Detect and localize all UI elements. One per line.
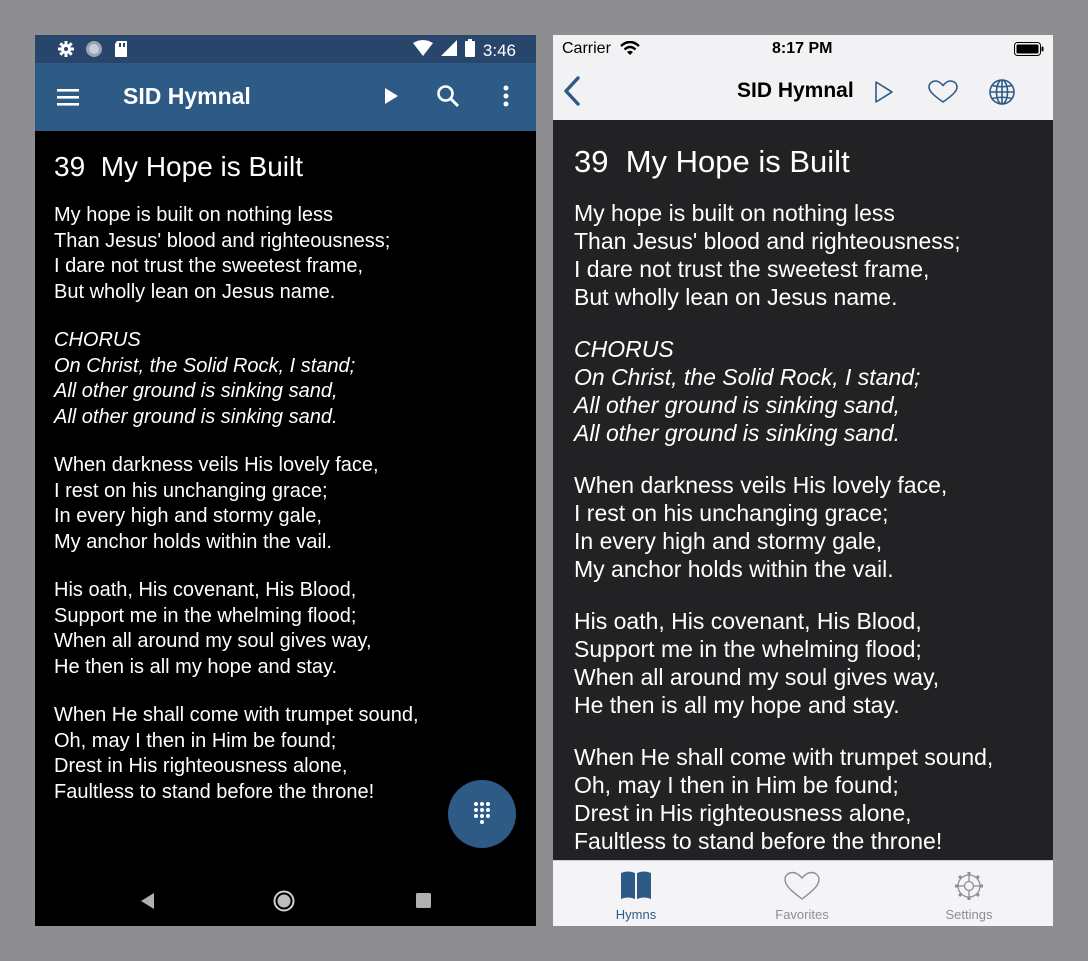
lyric-line: I rest on his unchanging grace; (574, 500, 889, 526)
lyric-line: Oh, may I then in Him be found; (574, 772, 899, 798)
stanza: When darkness veils His lovely face, I r… (574, 471, 1043, 583)
stanza: My hope is built on nothing less Than Je… (574, 199, 1043, 311)
lyric-line: His oath, His covenant, His Blood, (54, 579, 357, 601)
lyric-line: My anchor holds within the vail. (574, 556, 894, 582)
tab-label: Hymns (615, 907, 657, 922)
hymn-number: 39 (574, 144, 609, 179)
book-icon (620, 870, 652, 903)
hymn-number: 39 (54, 151, 86, 182)
status-time: 8:17 PM (772, 40, 833, 57)
lyric-line: I rest on his unchanging grace; (54, 479, 328, 502)
android-screen: 3:46 SID Hymnal 39 My Hope is Built My h… (35, 35, 536, 926)
chorus: CHORUS On Christ, the Solid Rock, I stan… (574, 335, 1043, 447)
play-icon[interactable] (873, 80, 895, 109)
hymn-heading: 39 My Hope is Built (54, 147, 526, 187)
ios-screen: Carrier 8:17 PM SID Hymnal 39 My Hope is… (553, 35, 1053, 926)
lyric-line: Than Jesus' blood and righteousness; (574, 228, 961, 254)
app-bar: SID Hymnal (35, 63, 536, 131)
carrier-label: Carrier (562, 40, 611, 57)
nav-title: SID Hymnal (737, 79, 854, 102)
lyric-line: In every high and stormy gale, (574, 528, 883, 554)
android-status-bar: 3:46 (35, 35, 536, 63)
lyric-line: My anchor holds within the vail. (54, 530, 332, 553)
sync-notification-icon (85, 40, 103, 63)
stanza: His oath, His covenant, His Blood, Suppo… (574, 607, 1043, 719)
lyric-line: He then is all my hope and stay. (54, 655, 338, 678)
lyric-line: All other ground is sinking sand, (574, 392, 901, 418)
sd-card-icon (113, 40, 129, 63)
globe-icon[interactable] (988, 78, 1016, 111)
gear-icon (953, 870, 985, 905)
lyric-line: But wholly lean on Jesus name. (574, 284, 898, 310)
lyric-line: But wholly lean on Jesus name. (54, 280, 336, 303)
favorite-heart-icon[interactable] (928, 80, 958, 109)
cell-signal-icon (440, 40, 457, 61)
lyric-line: All other ground is sinking sand, (54, 380, 338, 402)
hymn-title: My Hope is Built (100, 151, 304, 182)
settings-notification-icon (57, 40, 75, 63)
stanza: His oath, His covenant, His Blood, Suppo… (54, 578, 526, 680)
lyric-line: Faultless to stand before the throne! (574, 828, 943, 854)
lyric-line: Than Jesus' blood and righteousness; (54, 229, 391, 252)
play-icon[interactable] (377, 83, 403, 109)
lyric-line: On Christ, the Solid Rock, I stand; (574, 364, 921, 390)
dialpad-fab[interactable] (448, 780, 516, 848)
battery-icon (1014, 42, 1044, 61)
tab-bar: Hymns Favorites Settings (553, 860, 1053, 926)
app-title: SID Hymnal (123, 83, 251, 109)
recents-nav-icon[interactable] (416, 893, 431, 913)
lyric-line: His oath, His covenant, His Blood, (574, 608, 922, 634)
chorus-label: CHORUS (574, 336, 674, 362)
lyric-line: He then is all my hope and stay. (574, 692, 900, 718)
lyric-line: Drest in His righteousness alone, (574, 800, 912, 826)
lyric-line: When He shall come with trumpet sound, (54, 704, 419, 726)
lyric-line: My hope is built on nothing less (54, 204, 334, 226)
more-options-icon[interactable] (495, 83, 517, 109)
lyric-line: All other ground is sinking sand. (54, 405, 338, 428)
lyric-line: Support me in the whelming flood; (574, 636, 922, 662)
stanza: When darkness veils His lovely face, I r… (54, 453, 526, 555)
wifi-icon (620, 40, 640, 61)
back-nav-icon[interactable] (139, 892, 155, 915)
wifi-icon (412, 40, 433, 61)
lyric-line: When all around my soul gives way, (54, 630, 372, 652)
hymn-content: 39 My Hope is Built My hope is built on … (574, 140, 1043, 879)
menu-icon[interactable] (55, 84, 81, 110)
lyric-line: In every high and stormy gale, (54, 505, 322, 527)
stanza: My hope is built on nothing less Than Je… (54, 203, 526, 305)
lyric-line: When all around my soul gives way, (574, 664, 940, 690)
lyric-line: On Christ, the Solid Rock, I stand; (54, 354, 356, 377)
lyric-line: My hope is built on nothing less (574, 200, 895, 226)
ios-nav-bar: SID Hymnal (553, 63, 1053, 120)
lyric-line: When darkness veils His lovely face, (574, 472, 948, 498)
dialpad-icon (474, 802, 490, 824)
system-nav-bar (35, 875, 536, 926)
tab-label: Favorites (775, 907, 829, 922)
tab-label: Settings (945, 907, 993, 922)
hymn-heading: 39 My Hope is Built (574, 140, 1043, 184)
chorus-label: CHORUS (54, 329, 141, 351)
hymn-title: My Hope is Built (625, 144, 850, 179)
battery-icon (464, 39, 475, 62)
stanza: When He shall come with trumpet sound, O… (574, 743, 1043, 855)
hymn-content: 39 My Hope is Built My hope is built on … (54, 147, 526, 828)
tab-favorites[interactable]: Favorites (719, 861, 885, 926)
lyric-line: When darkness veils His lovely face, (54, 454, 379, 476)
lyric-line: Support me in the whelming flood; (54, 604, 357, 627)
lyric-line: All other ground is sinking sand. (574, 420, 901, 446)
tab-settings[interactable]: Settings (886, 861, 1052, 926)
lyric-line: Drest in His righteousness alone, (54, 755, 348, 777)
back-chevron-icon[interactable] (562, 76, 582, 111)
lyric-line: I dare not trust the sweetest frame, (54, 255, 364, 277)
chorus: CHORUS On Christ, the Solid Rock, I stan… (54, 328, 526, 430)
lyric-line: Oh, may I then in Him be found; (54, 729, 337, 752)
heart-icon (783, 871, 821, 904)
search-icon[interactable] (435, 83, 461, 109)
ios-status-bar: Carrier 8:17 PM (553, 35, 1053, 63)
status-time: 3:46 (482, 40, 516, 60)
lyric-line: When He shall come with trumpet sound, (574, 744, 994, 770)
home-nav-icon[interactable] (273, 890, 295, 917)
lyric-line: I dare not trust the sweetest frame, (574, 256, 930, 282)
tab-hymns[interactable]: Hymns (553, 861, 719, 926)
